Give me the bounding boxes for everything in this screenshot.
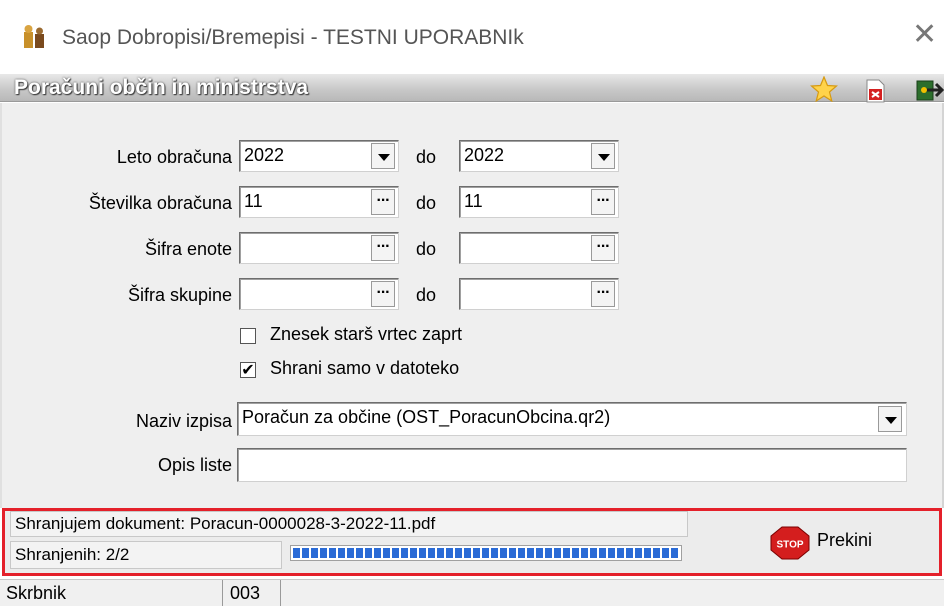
sifra-enote-label: Šifra enote bbox=[144, 239, 232, 259]
znesek-checkbox-label: Znesek starš vrtec zaprt bbox=[270, 324, 463, 344]
star-icon[interactable] bbox=[810, 76, 838, 102]
app-icon bbox=[24, 25, 44, 48]
naziv-izpisa-select[interactable]: Poračun za občine (OST_PoracunObcina.qr2… bbox=[237, 402, 907, 436]
stop-icon[interactable]: STOP bbox=[770, 526, 810, 560]
skupina-do-label: do bbox=[416, 285, 437, 305]
znesek-checkbox[interactable] bbox=[240, 328, 256, 344]
status-code: 003 bbox=[230, 583, 261, 603]
status-separator bbox=[222, 580, 223, 606]
saved-count-status: Shranjenih: 2/2 bbox=[10, 541, 282, 569]
leto-to-dropdown-icon[interactable] bbox=[591, 143, 615, 169]
prekini-button[interactable]: Prekini bbox=[817, 530, 872, 551]
skupina-to-lookup-button[interactable]: ··· bbox=[591, 281, 615, 307]
enota-from-lookup-button[interactable]: ··· bbox=[371, 235, 395, 261]
naziv-izpisa-label: Naziv izpisa bbox=[135, 411, 232, 431]
pdf-delete-icon[interactable] bbox=[864, 79, 886, 103]
leto-do-label: do bbox=[416, 147, 437, 167]
skupina-from-lookup-button[interactable]: ··· bbox=[371, 281, 395, 307]
status-separator bbox=[280, 580, 281, 606]
window-title: Saop Dobropisi/Bremepisi - TESTNI UPORAB… bbox=[62, 26, 524, 49]
stevilka-obracuna-label: Številka obračuna bbox=[88, 193, 232, 213]
status-bar bbox=[0, 579, 944, 606]
enota-do-label: do bbox=[416, 239, 437, 259]
shrani-checkbox[interactable]: ✔ bbox=[240, 362, 256, 378]
stop-icon-text: STOP bbox=[776, 540, 803, 551]
status-skrbnik: Skrbnik bbox=[6, 583, 67, 603]
leto-obracuna-label: Leto obračuna bbox=[116, 147, 232, 167]
naziv-dropdown-icon[interactable] bbox=[878, 406, 902, 432]
stevilka-to-lookup-button[interactable]: ··· bbox=[591, 189, 615, 215]
stevilka-from-lookup-button[interactable]: ··· bbox=[371, 189, 395, 215]
saving-document-status: Shranjujem dokument: Poracun-0000028-3-2… bbox=[10, 511, 688, 537]
sifra-skupine-label: Šifra skupine bbox=[127, 285, 232, 305]
opis-liste-input[interactable] bbox=[237, 448, 907, 482]
exit-icon[interactable] bbox=[914, 78, 944, 102]
shrani-checkbox-label: Shrani samo v datoteko bbox=[270, 358, 460, 378]
close-icon[interactable]: ✕ bbox=[912, 20, 937, 50]
leto-from-dropdown-icon[interactable] bbox=[371, 143, 395, 169]
stevilka-do-label: do bbox=[416, 193, 437, 213]
opis-liste-label: Opis liste bbox=[157, 455, 232, 475]
progress-bar-fill bbox=[293, 548, 679, 558]
enota-to-lookup-button[interactable]: ··· bbox=[591, 235, 615, 261]
form-header: Poračuni občin in ministrstva bbox=[0, 74, 944, 102]
form-title: Poračuni občin in ministrstva bbox=[14, 76, 309, 99]
